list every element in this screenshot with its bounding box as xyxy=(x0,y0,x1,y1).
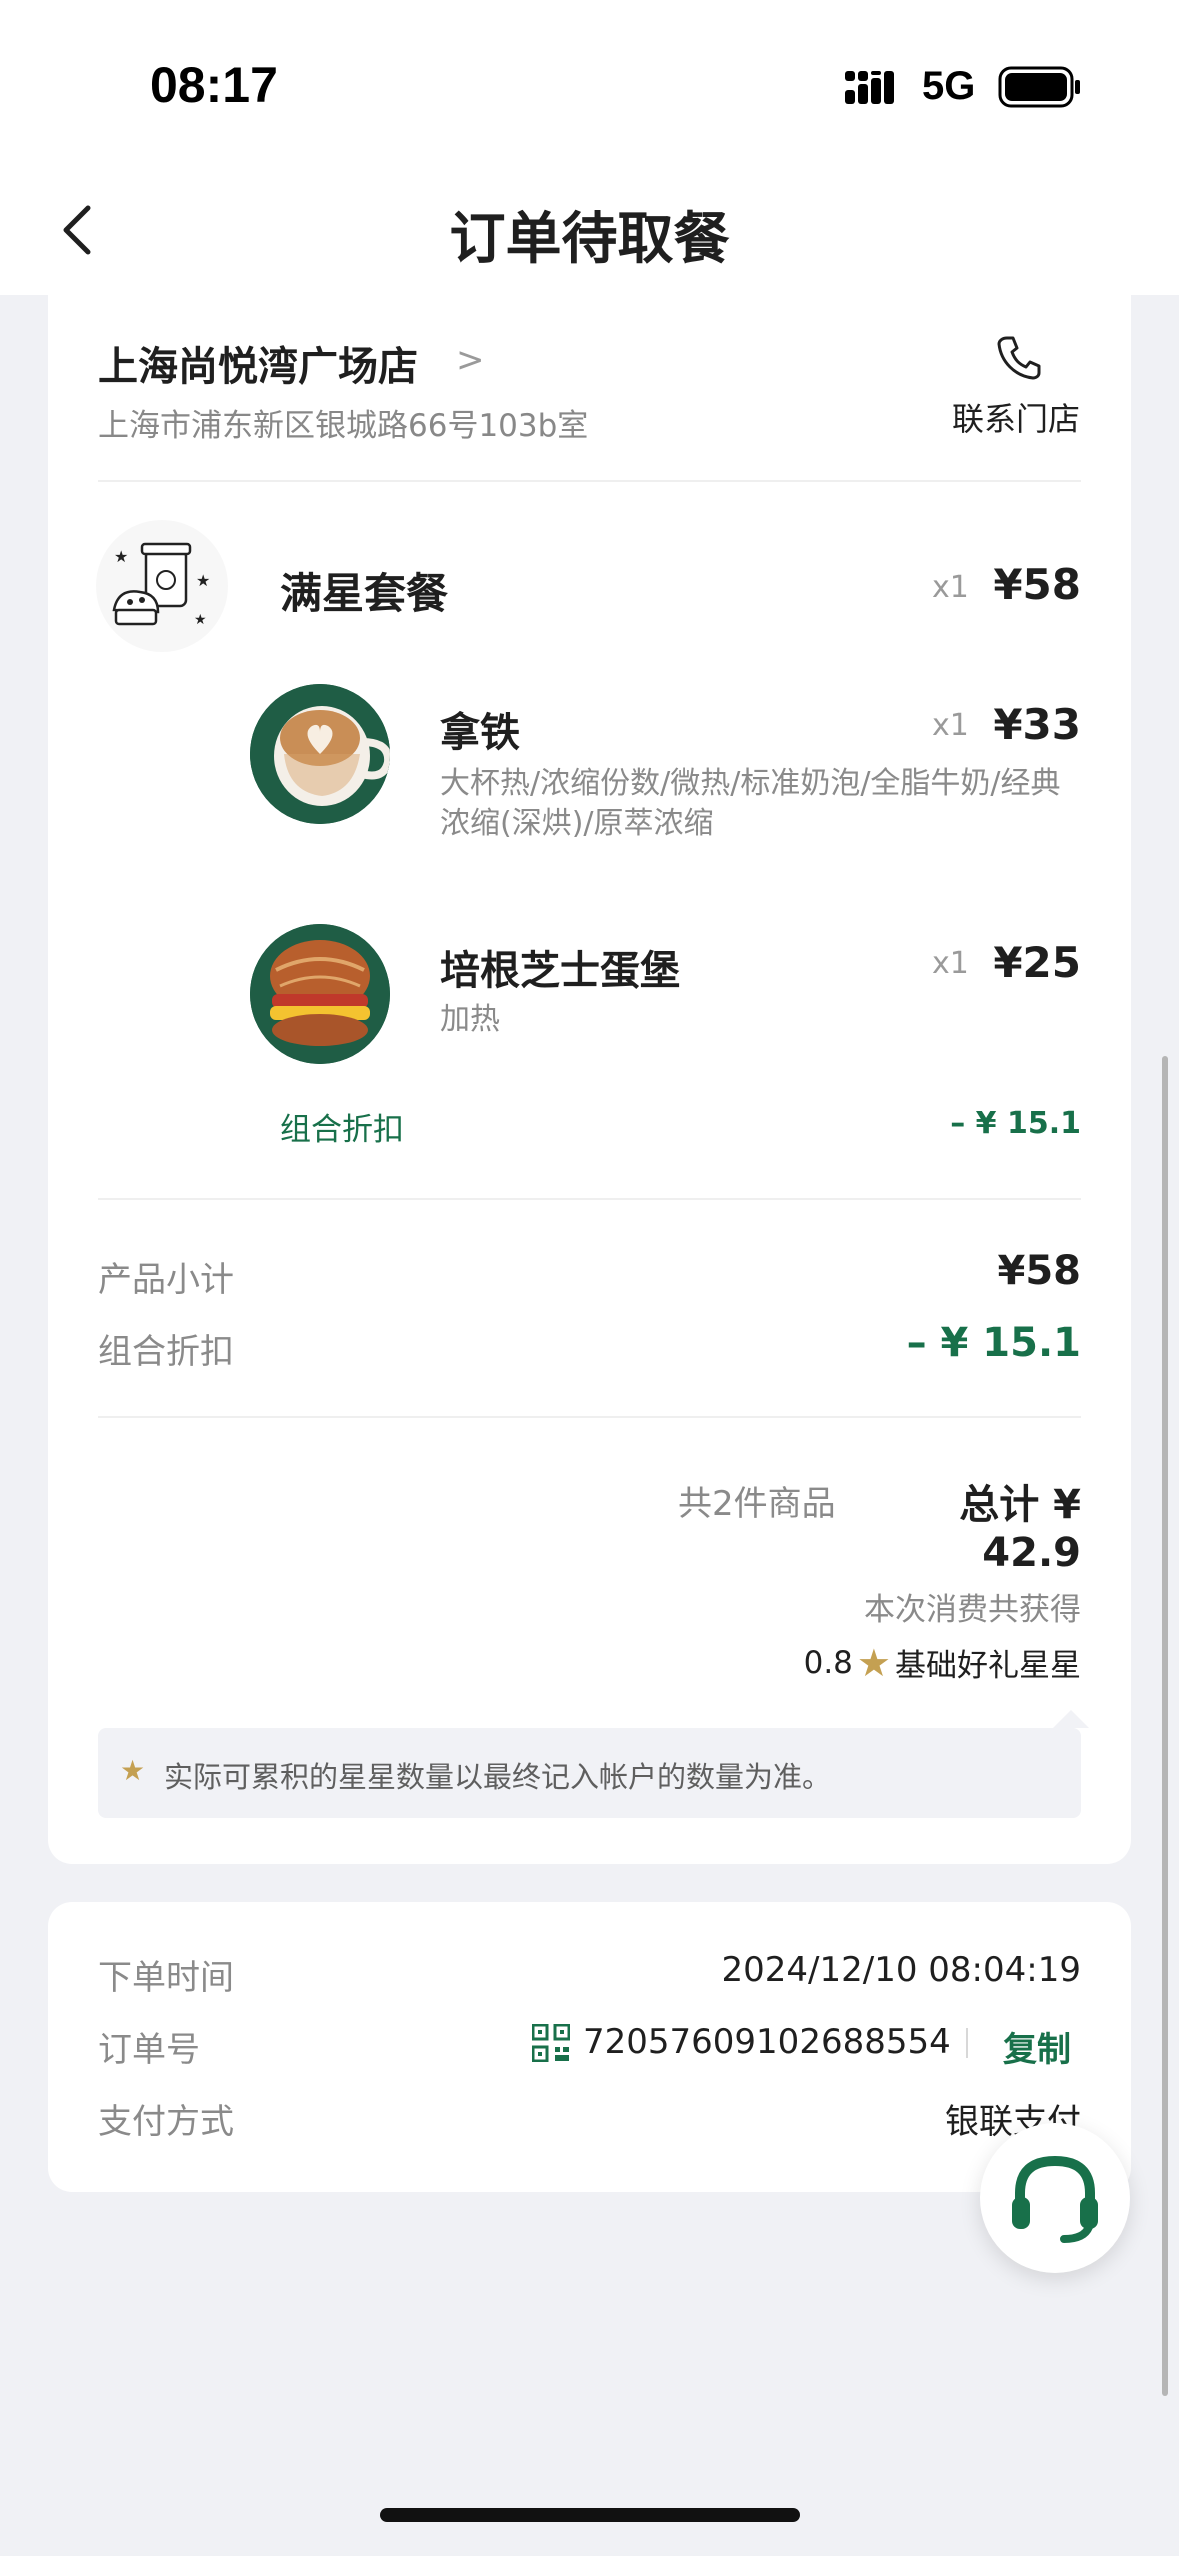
divider xyxy=(98,1416,1081,1418)
copy-button[interactable]: 复制 xyxy=(1003,2022,1071,2071)
order-info-card: 下单时间 2024/12/10 08:04:19 订单号 72057609102… xyxy=(48,1902,1131,2192)
order-number-value: 72057609102688554 xyxy=(583,2022,951,2062)
order-time-value: 2024/12/10 08:04:19 xyxy=(721,1950,1081,1990)
rewards-note-text: 实际可累积的星星数量以最终记入帐户的数量为准。 xyxy=(164,1760,832,1794)
svg-text:★: ★ xyxy=(196,571,210,590)
stars-amount: 0.8 xyxy=(803,1644,853,1681)
battery-icon xyxy=(998,66,1080,108)
burger-image xyxy=(250,924,390,1064)
status-time: 08:17 xyxy=(150,57,278,113)
latte-image xyxy=(250,684,390,824)
svg-text:★: ★ xyxy=(194,612,207,628)
separator xyxy=(966,2028,968,2058)
signal-icon xyxy=(845,71,894,104)
order-number-label: 订单号 xyxy=(98,2030,200,2070)
network-type: 5G xyxy=(922,64,976,108)
package-price: ¥58 xyxy=(993,560,1081,609)
item-price: ¥25 xyxy=(993,938,1081,987)
status-bar: 08:17 5G xyxy=(0,0,1179,170)
package-qty: x1 xyxy=(932,570,969,605)
item-name: 培根芝士蛋堡 xyxy=(440,948,680,994)
note-pointer xyxy=(1053,1710,1089,1728)
headset-icon xyxy=(1012,2155,1098,2243)
rewards-note: ★ 实际可累积的星星数量以最终记入帐户的数量为准。 xyxy=(98,1710,1089,1818)
package-discount-label: 组合折扣 xyxy=(280,1112,404,1148)
customer-support-button[interactable] xyxy=(980,2123,1130,2273)
discount-label: 组合折扣 xyxy=(98,1332,234,1372)
package-discount-value: – ¥ 15.1 xyxy=(950,1106,1081,1141)
item-spec: 大杯热/浓缩份数/微热/标准奶泡/全脂牛奶/经典浓缩(深烘)/原萃浓缩 xyxy=(440,766,1061,841)
discount-value: – ¥ 15.1 xyxy=(906,1320,1081,1366)
star-icon: ★ xyxy=(120,1754,146,1787)
page-title: 订单待取餐 xyxy=(449,207,730,272)
divider xyxy=(98,1198,1081,1200)
package-image: ★ ★ ★ xyxy=(96,520,228,652)
scrollbar[interactable] xyxy=(1162,1056,1168,2396)
order-total: 总计 ¥ 42.9 xyxy=(959,1482,1081,1576)
order-time-label: 下单时间 xyxy=(98,1958,234,1998)
order-card: 上海尚悦湾广场店 > 上海市浦东新区银城路66号103b室 联系门店 ★ ★ ★… xyxy=(48,294,1131,1864)
subtotal-label: 产品小计 xyxy=(98,1260,234,1300)
nav-bar: 订单待取餐 xyxy=(0,170,1179,295)
package-name: 满星套餐 xyxy=(280,569,449,618)
item-price: ¥33 xyxy=(993,700,1081,749)
item-spec: 加热 xyxy=(440,1002,500,1037)
item-qty: x1 xyxy=(932,708,969,743)
qr-code-icon[interactable] xyxy=(532,2024,570,2062)
rewards-earned-label: 本次消费共获得 xyxy=(864,1592,1081,1628)
subtotal-value: ¥58 xyxy=(997,1248,1082,1294)
rewards-stars: 0.8 ★ 基础好礼星星 xyxy=(681,1640,1081,1685)
item-name: 拿铁 xyxy=(440,710,520,756)
home-indicator[interactable] xyxy=(380,2508,800,2522)
svg-text:★: ★ xyxy=(114,547,128,566)
divider xyxy=(98,480,1081,482)
contact-store-button[interactable]: 联系门店 xyxy=(952,394,1080,440)
item-count: 共2件商品 xyxy=(678,1484,836,1524)
store-name[interactable]: 上海尚悦湾广场店 xyxy=(98,334,418,392)
item-qty: x1 xyxy=(932,946,969,981)
store-address: 上海市浦东新区银城路66号103b室 xyxy=(98,408,589,444)
payment-method-label: 支付方式 xyxy=(98,2102,234,2142)
phone-icon[interactable] xyxy=(993,332,1045,384)
stars-label: 基础好礼星星 xyxy=(895,1648,1081,1684)
star-icon: ★ xyxy=(856,1640,891,1685)
chevron-right-icon[interactable]: > xyxy=(456,340,485,380)
